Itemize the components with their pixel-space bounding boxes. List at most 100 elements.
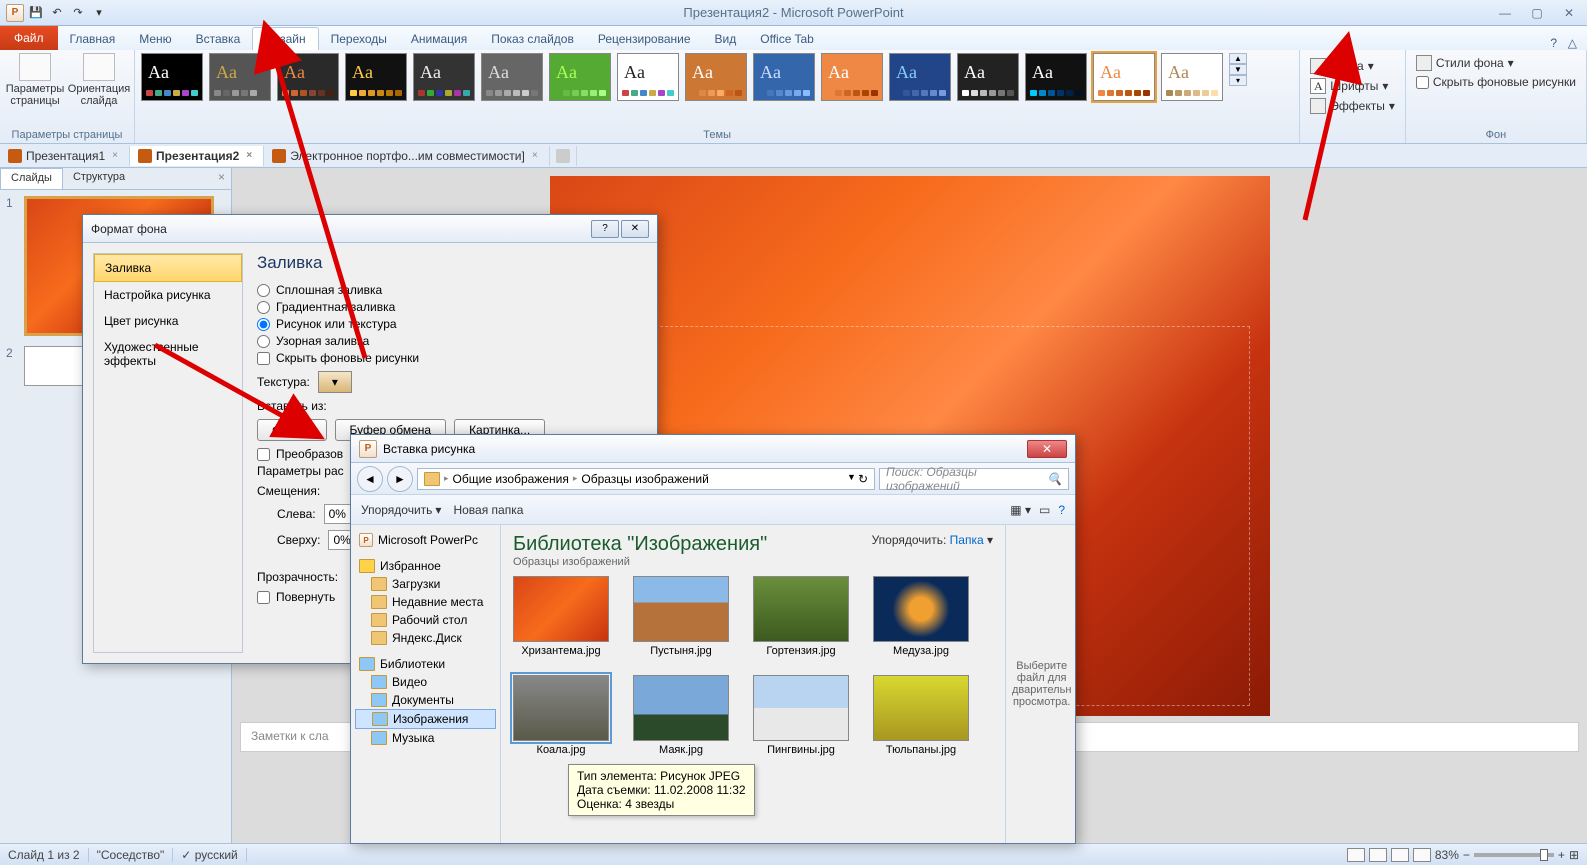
search-input[interactable]: Поиск: Образцы изображений 🔍 <box>879 468 1069 490</box>
file-item[interactable]: Хризантема.jpg <box>513 576 609 657</box>
theme-thumb[interactable]: Aa <box>753 53 815 101</box>
zoom-in-button[interactable]: + <box>1558 848 1565 862</box>
tree-images[interactable]: Изображения <box>355 709 496 729</box>
undo-icon[interactable]: ↶ <box>48 4 66 22</box>
search-icon[interactable]: 🔍 <box>1047 472 1062 486</box>
insert-from-file-button[interactable]: Файл... <box>257 419 327 441</box>
theme-thumb[interactable]: Aa <box>1161 53 1223 101</box>
preview-pane-button[interactable]: ▭ <box>1039 503 1050 517</box>
panel-close-icon[interactable]: × <box>212 168 231 189</box>
tab-close-icon[interactable]: × <box>243 150 255 161</box>
save-icon[interactable]: 💾 <box>27 4 45 22</box>
theme-thumb[interactable]: Aa <box>277 53 339 101</box>
tab-home[interactable]: Главная <box>58 28 128 50</box>
hide-background-checkbox[interactable]: Скрыть фоновые рисунки <box>1412 73 1580 91</box>
tab-animations[interactable]: Анимация <box>399 28 479 50</box>
category-artistic-effects[interactable]: Художественные эффекты <box>94 334 242 374</box>
slides-tab[interactable]: Слайды <box>0 168 63 189</box>
nav-forward-button[interactable]: ► <box>387 466 413 492</box>
document-tab[interactable]: Презентация2× <box>130 146 264 166</box>
theme-thumb[interactable]: Aa <box>209 53 271 101</box>
tile-as-texture-check[interactable] <box>257 448 270 461</box>
tab-menu[interactable]: Меню <box>127 28 183 50</box>
category-fill[interactable]: Заливка <box>94 254 242 282</box>
file-item[interactable]: Маяк.jpg <box>633 675 729 756</box>
theme-thumb[interactable]: Aa <box>413 53 475 101</box>
tab-slideshow[interactable]: Показ слайдов <box>479 28 586 50</box>
zoom-level[interactable]: 83% <box>1435 848 1459 862</box>
fit-window-button[interactable]: ⊞ <box>1569 848 1579 862</box>
theme-thumb[interactable]: Aa <box>1093 53 1155 101</box>
redo-icon[interactable]: ↷ <box>69 4 87 22</box>
solid-fill-radio[interactable] <box>257 284 270 297</box>
tree-yadisk[interactable]: Яндекс.Диск <box>355 629 496 647</box>
file-item[interactable]: Пустыня.jpg <box>633 576 729 657</box>
file-item[interactable]: Коала.jpg <box>513 675 609 756</box>
zoom-out-button[interactable]: − <box>1463 848 1470 862</box>
tree-app[interactable]: PMicrosoft PowerPс <box>355 531 496 549</box>
theme-thumb[interactable]: Aa <box>141 53 203 101</box>
dialog-titlebar[interactable]: Формат фона ? ✕ <box>83 215 657 243</box>
file-item[interactable]: Медуза.jpg <box>873 576 969 657</box>
ribbon-collapse-icon[interactable]: △ <box>1568 36 1577 50</box>
crumb-samples[interactable]: Образцы изображений <box>581 472 708 486</box>
tab-insert[interactable]: Вставка <box>184 28 253 50</box>
slide-orientation-button[interactable]: Ориентация слайда <box>70 53 128 107</box>
theme-thumb[interactable]: Aa <box>617 53 679 101</box>
background-styles-button[interactable]: Стили фона ▾ <box>1412 53 1580 73</box>
category-picture-corrections[interactable]: Настройка рисунка <box>94 282 242 308</box>
zoom-slider[interactable] <box>1474 853 1554 857</box>
help-icon[interactable]: ? <box>1550 36 1557 50</box>
pattern-fill-radio[interactable] <box>257 335 270 348</box>
tab-view[interactable]: Вид <box>703 28 749 50</box>
tree-desktop[interactable]: Рабочий стол <box>355 611 496 629</box>
organize-button[interactable]: Упорядочить ▾ <box>361 503 441 517</box>
gradient-fill-radio[interactable] <box>257 301 270 314</box>
tab-review[interactable]: Рецензирование <box>586 28 703 50</box>
document-tab[interactable]: Презентация1× <box>0 146 130 166</box>
new-folder-button[interactable]: Новая папка <box>453 503 523 517</box>
crumb-shared[interactable]: Общие изображения <box>453 472 569 486</box>
theme-thumb[interactable]: Aa <box>549 53 611 101</box>
refresh-icon[interactable]: ↻ <box>858 472 868 486</box>
help-button[interactable]: ? <box>1058 503 1065 517</box>
breadcrumb[interactable]: ▸ Общие изображения ▸ Образцы изображени… <box>417 468 875 490</box>
file-item[interactable]: Тюльпаны.jpg <box>873 675 969 756</box>
hide-bg-check[interactable] <box>1416 76 1429 89</box>
colors-button[interactable]: Цвета ▾ <box>1306 56 1399 76</box>
sort-link[interactable]: Папка <box>950 533 984 547</box>
rotate-with-shape-check[interactable] <box>257 591 270 604</box>
document-tab[interactable]: Электронное портфо...им совместимости]× <box>264 146 549 166</box>
qat-more-icon[interactable]: ▾ <box>90 4 108 22</box>
texture-picker[interactable]: ▾ <box>318 371 352 393</box>
picture-fill-radio[interactable] <box>257 318 270 331</box>
theme-thumb[interactable]: Aa <box>821 53 883 101</box>
category-picture-color[interactable]: Цвет рисунка <box>94 308 242 334</box>
file-item[interactable]: Гортензия.jpg <box>753 576 849 657</box>
new-doc-tab[interactable] <box>550 146 577 166</box>
theme-thumb[interactable]: Aa <box>345 53 407 101</box>
theme-thumb[interactable]: Aa <box>889 53 951 101</box>
dialog-help-button[interactable]: ? <box>591 220 619 238</box>
file-item[interactable]: Пингвины.jpg <box>753 675 849 756</box>
tree-documents[interactable]: Документы <box>355 691 496 709</box>
page-setup-button[interactable]: Параметры страницы <box>6 53 64 107</box>
tree-music[interactable]: Музыка <box>355 729 496 747</box>
theme-thumb[interactable]: Aa <box>481 53 543 101</box>
tree-libraries[interactable]: Библиотеки <box>355 655 496 673</box>
tab-file[interactable]: Файл <box>0 26 58 50</box>
tab-close-icon[interactable]: × <box>529 150 541 161</box>
slideshow-view-button[interactable] <box>1413 848 1431 862</box>
outline-tab[interactable]: Структура <box>63 168 135 189</box>
close-icon[interactable]: ✕ <box>1557 6 1581 20</box>
fonts-button[interactable]: AШрифты ▾ <box>1306 76 1399 96</box>
theme-thumb[interactable]: Aa <box>1025 53 1087 101</box>
view-mode-button[interactable]: ▦ ▾ <box>1010 503 1031 517</box>
tab-officetab[interactable]: Office Tab <box>748 28 826 50</box>
theme-thumb[interactable]: Aa <box>957 53 1019 101</box>
sort-control[interactable]: Упорядочить: Папка ▾ <box>872 533 993 547</box>
tree-favorites[interactable]: Избранное <box>355 557 496 575</box>
hide-bg-graphics-check[interactable] <box>257 352 270 365</box>
tab-close-icon[interactable]: × <box>109 150 121 161</box>
status-language[interactable]: ✓ русский <box>173 848 246 862</box>
